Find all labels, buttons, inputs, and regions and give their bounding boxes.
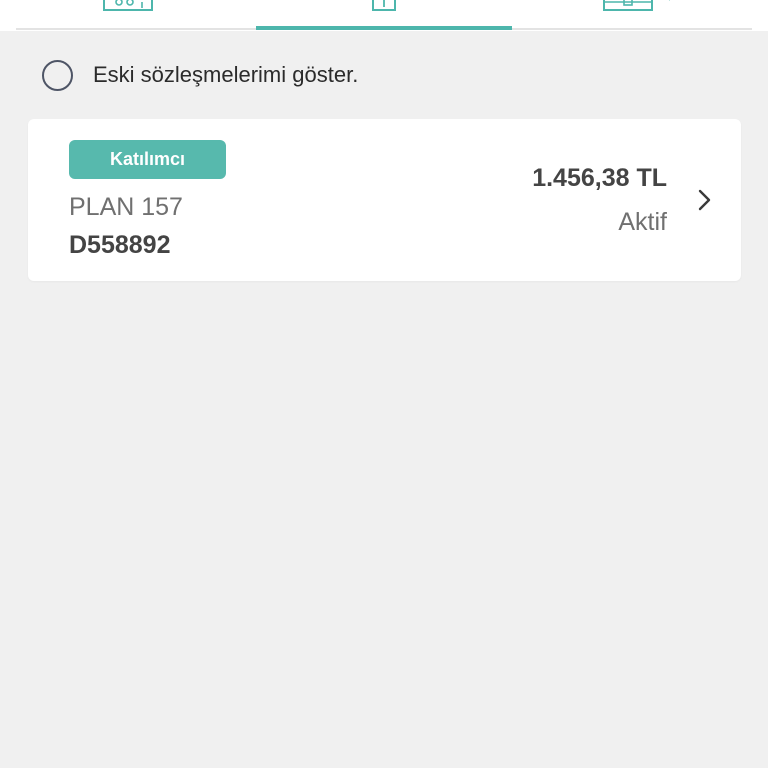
contract-number: D558892 — [69, 231, 171, 259]
contract-status: Aktif — [618, 208, 667, 236]
document-icon — [372, 0, 396, 11]
tab-participants[interactable] — [0, 0, 256, 31]
tab-portfolio[interactable] — [512, 0, 768, 31]
briefcase-icon — [603, 0, 670, 11]
show-old-contracts-label: Eski sözleşmelerimi göster. — [93, 62, 359, 87]
people-icon — [103, 0, 153, 11]
contract-amount: 1.456,38 TL — [532, 164, 667, 192]
show-old-contracts-toggle[interactable]: Eski sözleşmelerimi göster. — [42, 58, 358, 92]
active-tab-indicator — [256, 26, 512, 30]
role-badge: Katılımcı — [69, 140, 226, 179]
chevron-right-icon[interactable] — [693, 185, 717, 215]
plan-name: PLAN 157 — [69, 193, 183, 221]
radio-button[interactable] — [42, 59, 73, 91]
tab-bar — [0, 0, 768, 31]
contract-card[interactable]: Katılımcı PLAN 157 D558892 1.456,38 TL A… — [28, 119, 741, 281]
